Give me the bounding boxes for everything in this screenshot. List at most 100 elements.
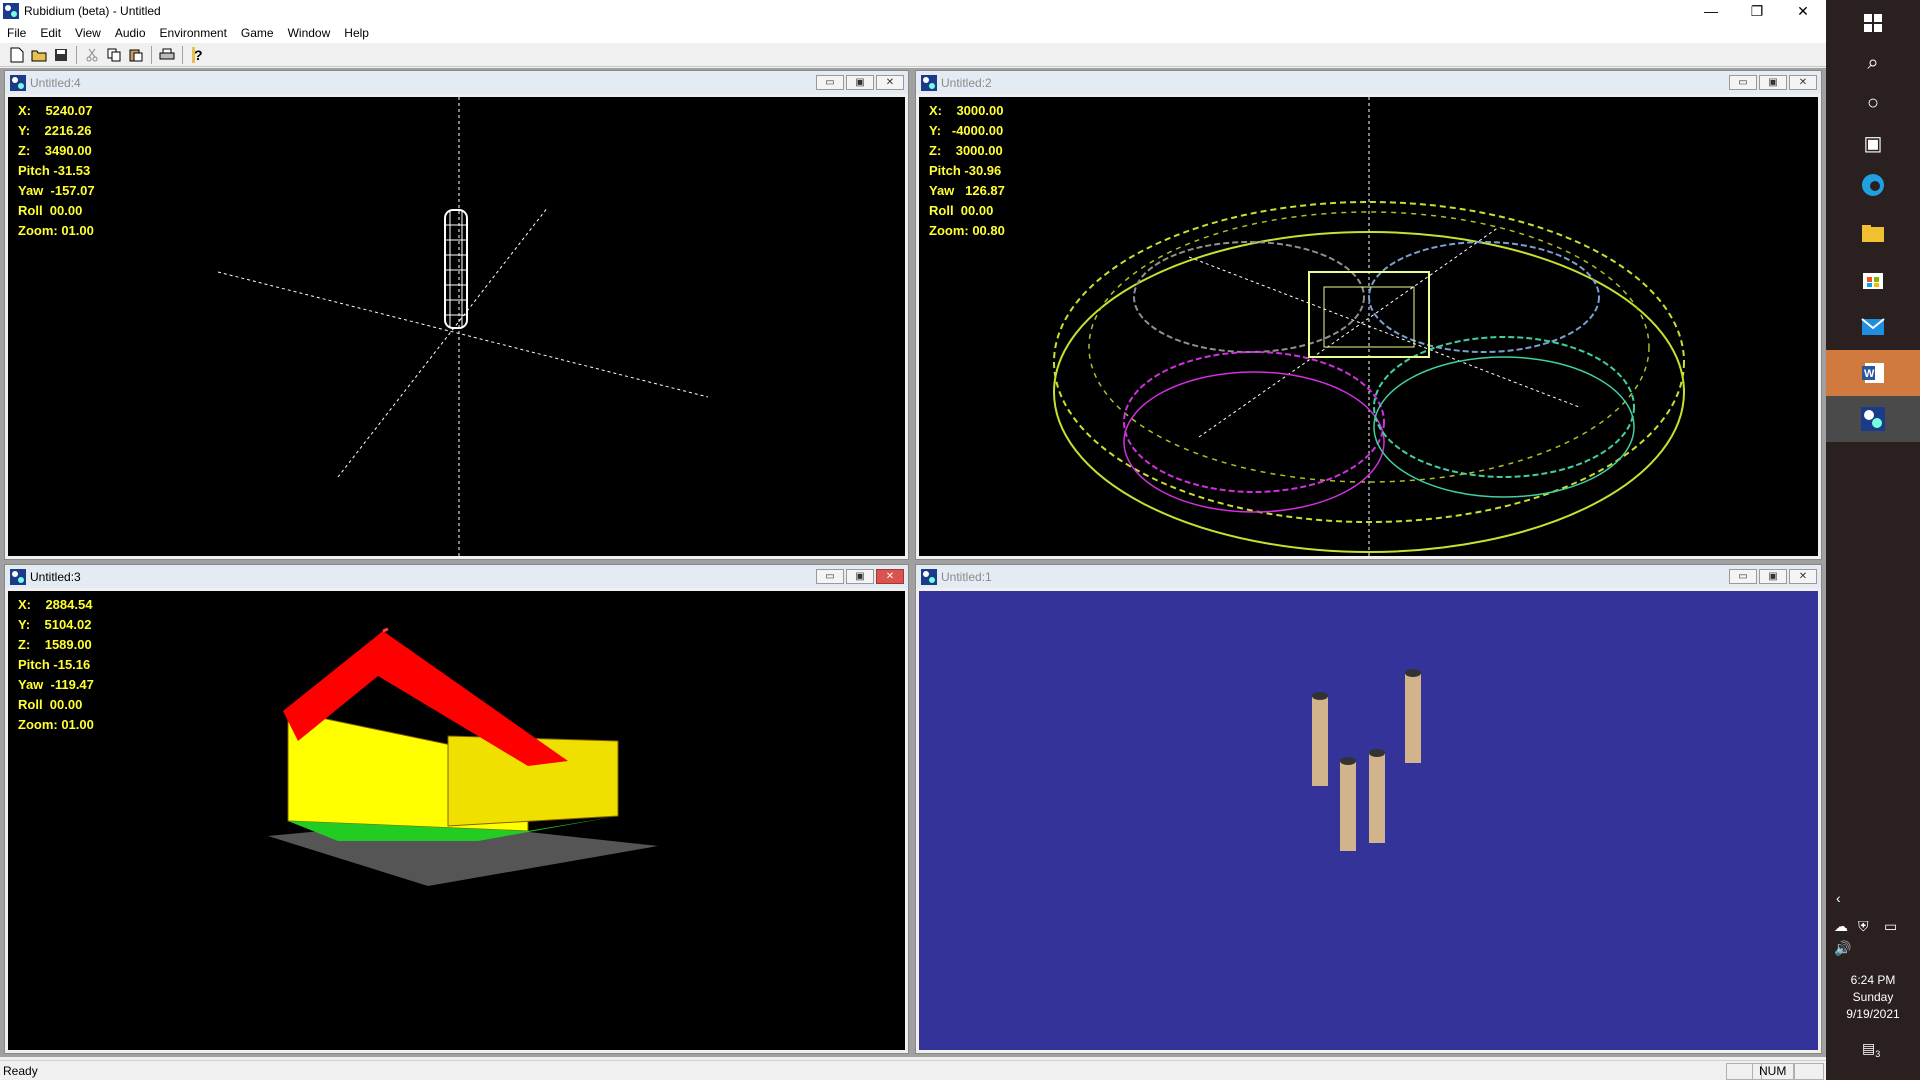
menu-edit[interactable]: Edit [33, 26, 68, 40]
hud-y: Y: 2216.26 [18, 123, 92, 138]
child-close-button[interactable]: ✕ [876, 569, 904, 584]
title-bar[interactable]: Rubidium (beta) - Untitled — ❐ ✕ [0, 0, 1826, 22]
paste-icon[interactable] [125, 45, 147, 65]
blue-ring [1368, 241, 1600, 353]
app-icon [3, 3, 19, 19]
window-title: Rubidium (beta) - Untitled [24, 4, 161, 18]
camera-readout: X: 5240.07 Y: 2216.26 Z: 3490.00 Pitch -… [18, 101, 95, 241]
menu-view[interactable]: View [68, 26, 108, 40]
copy-icon[interactable] [103, 45, 125, 65]
house-scene [268, 627, 658, 886]
hud-yaw: Yaw 126.87 [929, 183, 1005, 198]
child-close-button[interactable]: ✕ [876, 75, 904, 90]
toolbar-separator [182, 45, 183, 64]
store-icon[interactable] [1826, 256, 1920, 302]
child-window-untitled-3[interactable]: Untitled:3 ▭ ▣ ✕ X: 2884.54 Y: 5104.02 Z… [4, 564, 909, 1054]
taskbar-clock[interactable]: 6:24 PM Sunday 9/19/2021 [1826, 972, 1920, 1023]
document-icon [921, 568, 937, 585]
menu-window[interactable]: Window [281, 26, 338, 40]
notification-count: 3 [1875, 1048, 1881, 1059]
document-icon [10, 568, 26, 585]
wireframe-ring-scene [1053, 97, 1685, 556]
hud-roll: Roll 00.00 [18, 203, 83, 218]
child-window-untitled-1[interactable]: Untitled:1 ▭ ▣ ✕ [915, 564, 1822, 1054]
child-caption[interactable]: Untitled:3 ▭ ▣ ✕ [5, 565, 908, 588]
hud-yaw: Yaw -157.07 [18, 183, 95, 198]
child-minimize-button[interactable]: ▭ [816, 569, 844, 584]
hud-z: Z: 3000.00 [929, 143, 1003, 158]
menu-audio[interactable]: Audio [108, 26, 153, 40]
child-minimize-button[interactable]: ▭ [1729, 75, 1757, 90]
child-window-untitled-4[interactable]: Untitled:4 ▭ ▣ ✕ X: 5240.07 Y: 2216.26 Z… [4, 70, 909, 560]
pillars-scene [1312, 669, 1421, 851]
cut-icon[interactable] [81, 45, 103, 65]
child-title: Untitled:2 [941, 75, 992, 90]
security-icon[interactable]: ⛨ [1858, 918, 1869, 935]
svg-text:W: W [1864, 368, 1875, 380]
child-maximize-button[interactable]: ▣ [1759, 75, 1787, 90]
document-icon [921, 74, 937, 91]
clock-time: 6:24 PM [1850, 973, 1896, 987]
show-hidden-icons-chevron-icon[interactable]: ‹ [1836, 890, 1841, 906]
hud-z: Z: 1589.00 [18, 637, 92, 652]
minimize-button[interactable]: — [1688, 0, 1734, 22]
clock-day: Sunday [1852, 990, 1894, 1004]
clock-date: 9/19/2021 [1846, 1007, 1900, 1021]
pillar [1369, 749, 1385, 843]
hud-y: Y: -4000.00 [929, 123, 1004, 138]
onedrive-icon[interactable]: ☁ [1834, 918, 1848, 935]
child-minimize-button[interactable]: ▭ [1729, 569, 1757, 584]
child-maximize-button[interactable]: ▣ [1759, 569, 1787, 584]
hud-roll: Roll 00.00 [929, 203, 994, 218]
child-maximize-button[interactable]: ▣ [846, 75, 874, 90]
child-caption[interactable]: Untitled:4 ▭ ▣ ✕ [5, 71, 908, 94]
hud-y: Y: 5104.02 [18, 617, 92, 632]
status-pane-empty [1794, 1063, 1824, 1080]
help-icon[interactable]: ? [187, 45, 209, 65]
document-icon [10, 74, 26, 91]
hud-x: X: 2884.54 [18, 597, 93, 612]
menu-environment[interactable]: Environment [153, 26, 234, 40]
word-icon[interactable]: W [1826, 350, 1920, 396]
print-icon[interactable] [156, 45, 178, 65]
child-title: Untitled:4 [30, 75, 81, 90]
menu-file[interactable]: File [0, 26, 33, 40]
menu-bar: File Edit View Audio Environment Game Wi… [0, 22, 1826, 43]
child-minimize-button[interactable]: ▭ [816, 75, 844, 90]
hud-x: X: 5240.07 [18, 103, 93, 118]
viewport-3d[interactable]: X: 5240.07 Y: 2216.26 Z: 3490.00 Pitch -… [8, 97, 905, 556]
save-icon[interactable] [50, 45, 72, 65]
menu-game[interactable]: Game [234, 26, 281, 40]
pillar [1405, 669, 1421, 763]
viewport-3d[interactable]: X: 2884.54 Y: 5104.02 Z: 1589.00 Pitch -… [8, 591, 905, 1050]
task-view-icon[interactable]: ▣ [1826, 120, 1920, 166]
child-close-button[interactable]: ✕ [1789, 75, 1817, 90]
application-window: Rubidium (beta) - Untitled — ❐ ✕ File Ed… [0, 0, 1826, 1080]
action-center-icon[interactable]: ▤3 [1862, 1040, 1880, 1059]
pillar [1312, 692, 1328, 786]
open-icon[interactable] [28, 45, 50, 65]
viewport-3d[interactable]: X: 3000.00 Y: -4000.00 Z: 3000.00 Pitch … [919, 97, 1818, 556]
child-caption[interactable]: Untitled:2 ▭ ▣ ✕ [916, 71, 1821, 94]
close-button[interactable]: ✕ [1780, 0, 1826, 22]
hud-zoom: Zoom: 00.80 [929, 223, 1005, 238]
toolbar-separator [76, 45, 77, 64]
new-icon[interactable] [6, 45, 28, 65]
hud-zoom: Zoom: 01.00 [18, 223, 94, 238]
gray-ring [1133, 241, 1365, 353]
child-caption[interactable]: Untitled:1 ▭ ▣ ✕ [916, 565, 1821, 588]
restore-button[interactable]: ❐ [1734, 0, 1780, 22]
mail-icon[interactable] [1826, 304, 1920, 350]
edge-icon[interactable] [1826, 162, 1920, 208]
volume-icon[interactable]: 🔊 [1834, 940, 1851, 957]
viewport-3d[interactable] [919, 591, 1818, 1050]
menu-help[interactable]: Help [337, 26, 376, 40]
status-text: Ready [3, 1063, 38, 1078]
child-maximize-button[interactable]: ▣ [846, 569, 874, 584]
file-explorer-icon[interactable] [1826, 210, 1920, 256]
rubidium-taskbar-icon[interactable] [1826, 396, 1920, 442]
child-window-untitled-2[interactable]: Untitled:2 ▭ ▣ ✕ X: 3000.00 Y: -4000.00 … [915, 70, 1822, 560]
network-icon[interactable]: ▭ [1884, 918, 1897, 935]
child-close-button[interactable]: ✕ [1789, 569, 1817, 584]
child-title: Untitled:1 [941, 569, 992, 584]
